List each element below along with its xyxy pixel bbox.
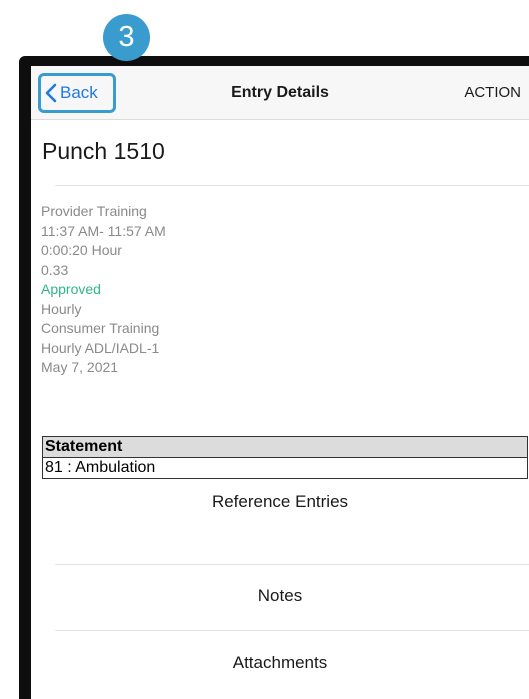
entry-details-list: Provider Training 11:37 AM- 11:57 AM 0:0… — [41, 202, 511, 378]
detail-service-code: Hourly ADL/IADL-1 — [41, 339, 160, 356]
statement-table: Statement 81 : Ambulation — [42, 436, 528, 479]
chevron-left-icon — [45, 83, 57, 103]
action-button[interactable]: ACTION — [464, 66, 521, 119]
app-screen: Entry Details Back ACTION Punch 1510 Pro… — [31, 66, 529, 699]
detail-time-range: 11:37 AM- 11:57 AM — [41, 222, 166, 239]
step-number-badge: 3 — [103, 14, 150, 61]
detail-duration: 0:00:20 Hour — [41, 242, 122, 258]
status-approved: Approved — [41, 281, 101, 297]
detail-date: May 7, 2021 — [41, 359, 119, 375]
statement-value: 81 : Ambulation — [42, 457, 528, 479]
divider — [55, 185, 529, 186]
statement-header: Statement — [42, 436, 528, 458]
back-button-label: Back — [60, 83, 98, 102]
divider — [55, 564, 529, 565]
entry-title: Punch 1510 — [42, 138, 165, 164]
detail-billing-type: Hourly — [41, 300, 82, 317]
divider — [55, 630, 529, 631]
back-button[interactable]: Back — [38, 73, 116, 113]
notes-button[interactable]: Notes — [31, 572, 529, 620]
reference-entries-button[interactable]: Reference Entries — [31, 478, 529, 526]
detail-service-type: Provider Training — [41, 203, 147, 219]
attachments-button[interactable]: Attachments — [31, 639, 529, 687]
tutorial-screenshot: 3 Entry Details Back ACTION Punch 1510 P… — [0, 0, 529, 699]
detail-consumer-training: Consumer Training — [41, 320, 160, 336]
navigation-bar: Entry Details Back ACTION — [31, 66, 529, 120]
detail-units: 0.33 — [41, 261, 69, 278]
